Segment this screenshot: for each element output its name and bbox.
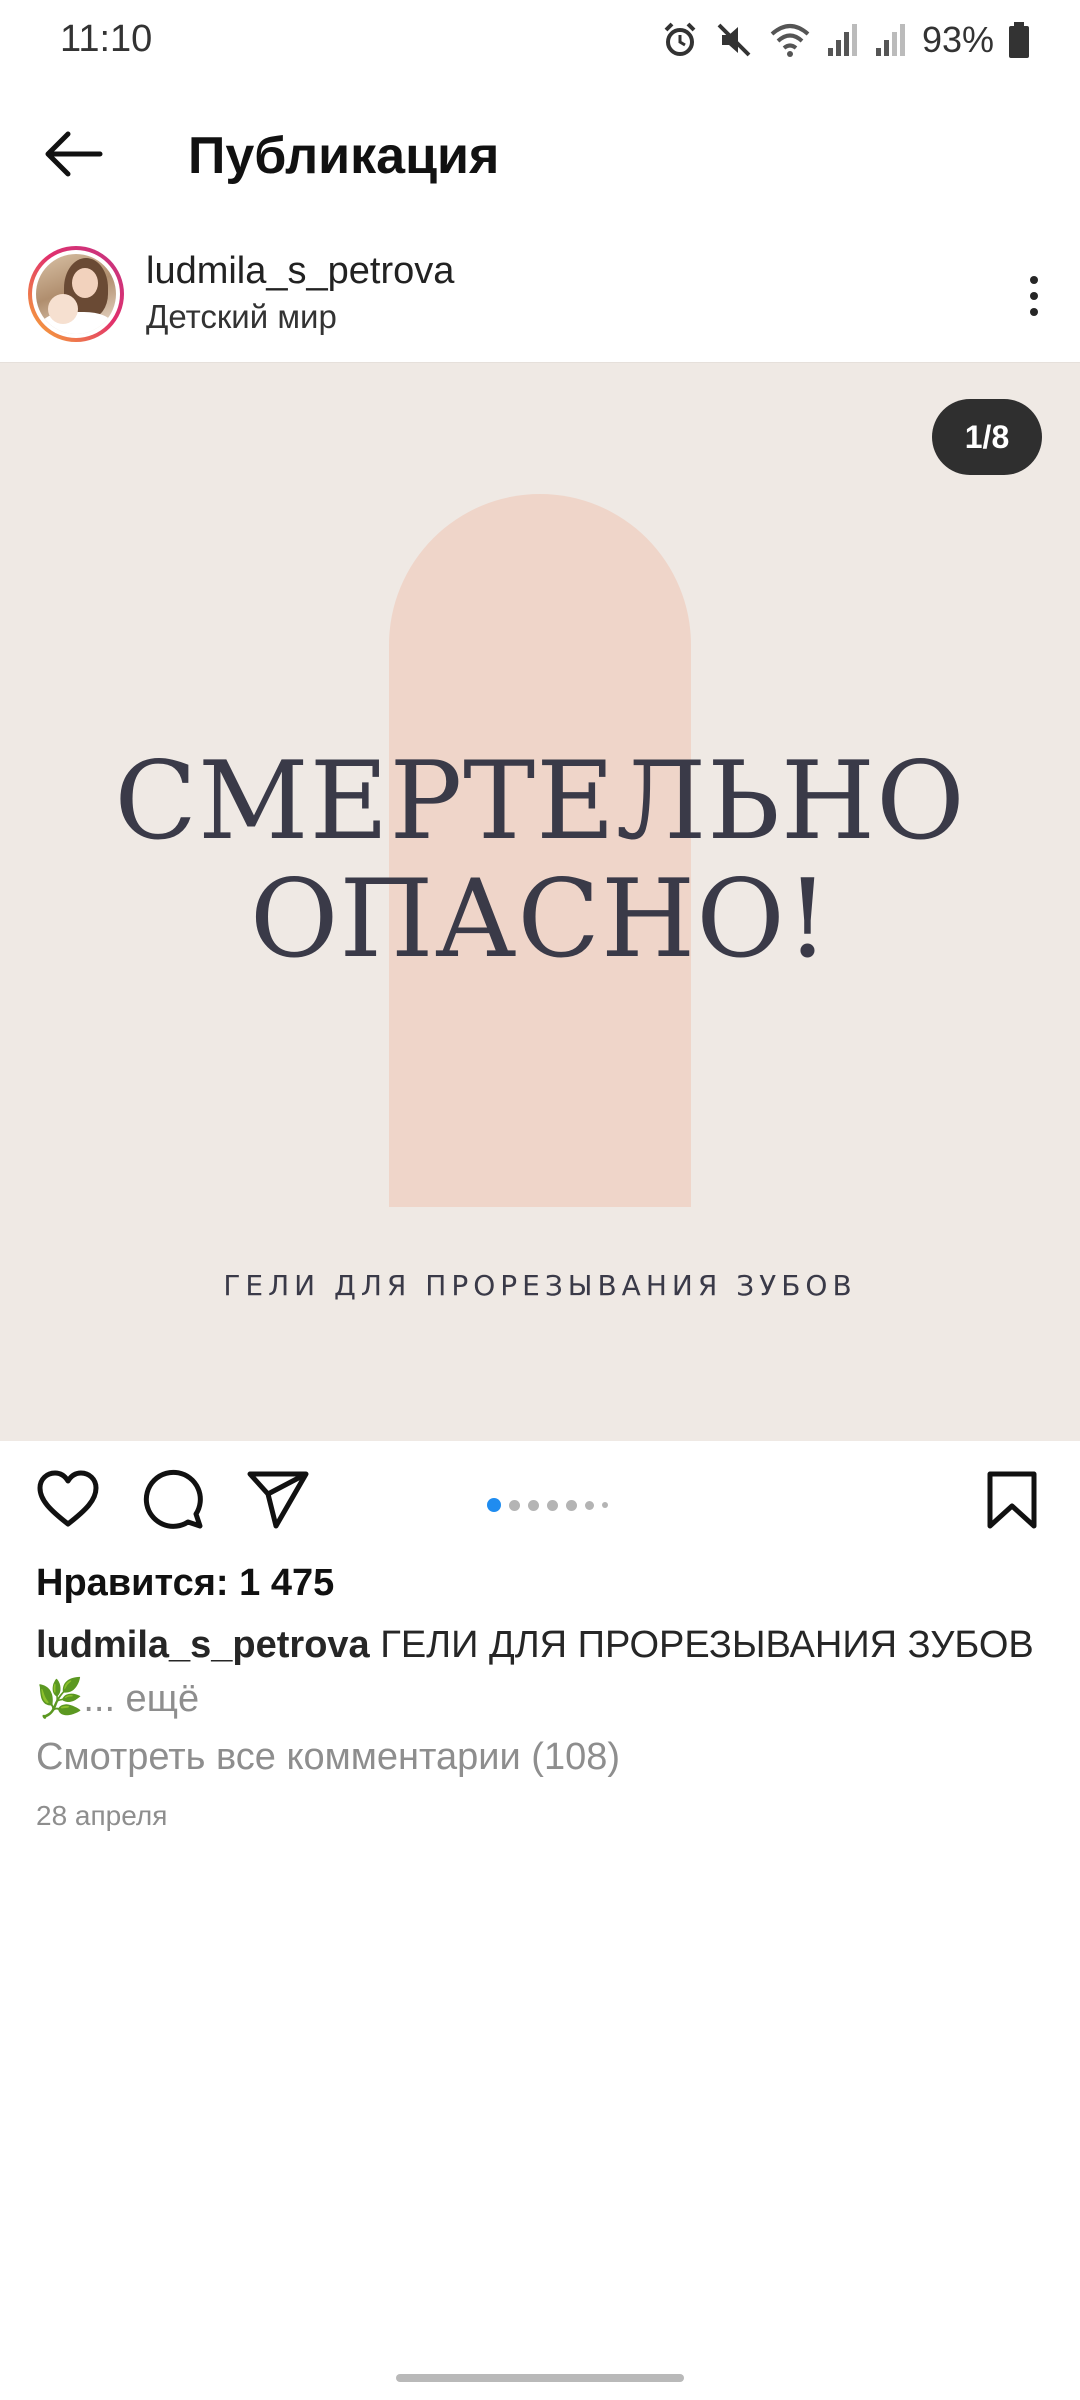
carousel-dot [602, 1502, 608, 1508]
post-image-subtitle: ГЕЛИ ДЛЯ ПРОРЕЗЫВАНИЯ ЗУБОВ [223, 1269, 857, 1302]
carousel-dot [509, 1499, 520, 1511]
more-vertical-icon-dot [1030, 292, 1038, 300]
likes-count[interactable]: Нравится: 1 475 [36, 1562, 334, 1605]
back-button[interactable] [36, 124, 108, 188]
share-button[interactable] [244, 1468, 312, 1536]
home-indicator[interactable] [396, 2374, 684, 2382]
wifi-icon [768, 20, 812, 60]
mute-icon [714, 20, 754, 60]
headline-line-1: СМЕРТЕЛЬНО [114, 739, 966, 864]
more-vertical-icon-dot [1030, 276, 1038, 284]
avatar-face [72, 268, 98, 298]
bookmark-icon [986, 1470, 1038, 1535]
post-location[interactable]: Детский мир [146, 298, 337, 336]
post-image-headline: СМЕРТЕЛЬНО ОПАСНО! [0, 743, 1080, 979]
more-options-button[interactable] [1014, 266, 1054, 326]
arrow-left-icon [40, 130, 104, 183]
avatar-image [36, 254, 116, 334]
carousel-dots [487, 1498, 608, 1512]
post-username[interactable]: ludmila_s_petrova [146, 250, 454, 293]
status-icons: 93% [660, 16, 1030, 64]
comment-icon [142, 1468, 206, 1537]
avatar-border [32, 250, 120, 338]
heart-icon [36, 1470, 100, 1535]
top-app-bar: Публикация [0, 100, 1080, 212]
alarm-icon [660, 20, 700, 60]
battery-percent: 93% [921, 19, 994, 60]
headline-line-2: ОПАСНО! [249, 857, 831, 982]
leaf-emoji: 🌿 [36, 1678, 84, 1720]
carousel-dot [585, 1500, 594, 1510]
carousel-dot [528, 1499, 539, 1511]
like-button[interactable] [34, 1468, 102, 1536]
carousel-dot [566, 1499, 577, 1511]
status-bar: 11:10 93% [0, 0, 1080, 80]
more-vertical-icon-dot [1030, 308, 1038, 316]
avatar[interactable] [28, 246, 124, 342]
post-image-carousel[interactable]: СМЕРТЕЛЬНО ОПАСНО! ГЕЛИ ДЛЯ ПРОРЕЗЫВАНИЯ… [0, 362, 1080, 1441]
carousel-dot [547, 1499, 558, 1511]
post-date: 28 апреля [36, 1800, 168, 1831]
carousel-dot-active [487, 1498, 501, 1512]
status-time: 11:10 [60, 18, 153, 60]
post-action-bar [0, 1446, 1080, 1556]
avatar-baby-face [48, 294, 78, 324]
page-title: Публикация [188, 127, 500, 185]
caption-more-link[interactable]: ... ещё [83, 1678, 199, 1720]
battery-icon [1008, 20, 1030, 60]
save-button[interactable] [978, 1468, 1046, 1536]
post-caption: ludmila_s_petrova ГЕЛИ ДЛЯ ПРОРЕЗЫВАНИЯ … [36, 1618, 1046, 1726]
carousel-counter-badge: 1/8 [932, 399, 1042, 475]
caption-text: ГЕЛИ ДЛЯ ПРОРЕЗЫВАНИЯ ЗУБОВ [369, 1624, 1034, 1666]
view-all-comments-link[interactable]: Смотреть все комментарии (108) [36, 1736, 620, 1779]
signal-icon [874, 20, 908, 60]
caption-username[interactable]: ludmila_s_petrova [36, 1624, 370, 1666]
signal-icon [826, 20, 860, 60]
send-icon [246, 1470, 310, 1535]
post-header: ludmila_s_petrova Детский мир [0, 240, 1080, 360]
comment-button[interactable] [140, 1468, 208, 1536]
